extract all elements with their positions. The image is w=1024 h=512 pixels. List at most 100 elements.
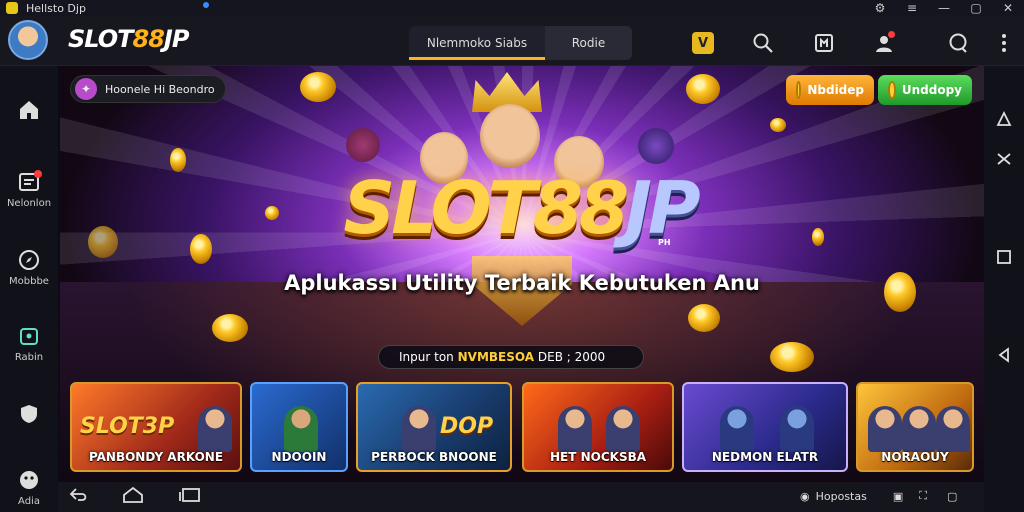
game-card[interactable]: HET NOCKSBA (522, 382, 674, 472)
download-button[interactable]: Unddopy (878, 75, 972, 105)
game-character (868, 406, 902, 452)
king-character (480, 104, 540, 168)
promo-code-field[interactable]: Inpur ton NVMBESOA DEB ; 2000 (378, 345, 644, 369)
shield-icon (17, 402, 41, 426)
tab-primary[interactable]: Nlemmoko Siabs (409, 26, 545, 60)
app-icon (6, 2, 18, 14)
account-icon (17, 468, 41, 492)
app-logo[interactable]: SLOT88JP (68, 25, 189, 53)
hero-title-small: PH (658, 238, 671, 247)
game-character (402, 406, 436, 452)
coin-image (190, 234, 212, 264)
search-icon[interactable] (751, 31, 775, 55)
sidebar-item-label: Mobbbe (9, 276, 49, 287)
promo-input-suffix: DEB ; 2000 (537, 350, 606, 364)
status-dot (203, 2, 209, 8)
game-card[interactable]: NDOOIN (250, 382, 348, 472)
recents-icon[interactable] (178, 486, 202, 508)
game-card-logo: SLOT3P (80, 414, 175, 439)
avatar[interactable] (8, 20, 48, 60)
coin-image (686, 74, 720, 104)
deposit-button[interactable]: Nbdidep (786, 75, 874, 105)
game-card[interactable]: SLOT3P PANBONDY ARKONE (70, 382, 242, 472)
game-card-logo: DOP (440, 414, 494, 439)
expand-icon[interactable] (984, 110, 1024, 132)
tab-group: Nlemmoko Siabs Rodie (409, 26, 632, 60)
coin-icon (888, 81, 896, 99)
coin-image (300, 72, 336, 102)
promo-input-code: NVMBESOA (457, 350, 535, 364)
bottom-status: ◉ Hopostas ▣ ⛶ ▢ (800, 489, 957, 503)
game-card[interactable]: NEDMON ELATR (682, 382, 848, 472)
game-character (558, 406, 592, 452)
badge-icon: ✦ (75, 78, 97, 100)
coin-image (812, 228, 824, 246)
game-card-title: NDOOIN (271, 450, 327, 464)
coin-image (88, 226, 118, 258)
right-toolbar (984, 66, 1024, 512)
tab-secondary[interactable]: Rodie (545, 26, 632, 60)
share-icon (17, 324, 41, 348)
connect-icon[interactable] (984, 150, 1024, 172)
messages-badge (34, 170, 42, 178)
game-card-title: PERBOCK BNOONE (371, 450, 497, 464)
menu-icon[interactable]: ≡ (896, 1, 928, 15)
settings-icon[interactable]: ⚙ (864, 1, 896, 15)
game-card-title: PANBONDY ARKONE (88, 450, 224, 464)
game-character (284, 406, 318, 452)
hero-title-main: SLOT88 (343, 166, 629, 250)
sidebar-item-explore[interactable]: Mobbbe (0, 248, 58, 287)
coin-icon (796, 81, 802, 99)
compass-icon (17, 248, 41, 272)
hero-banner: ✦ Hoonele Hi Beondro Nbdidep Unddopy SLO… (60, 66, 984, 482)
sidebar-item-account[interactable]: Adia (0, 468, 58, 507)
fullscreen-icon[interactable]: ▢ (947, 490, 957, 503)
game-card-title: NEDMON ELATR (711, 450, 819, 464)
download-button-label: Unddopy (901, 83, 962, 97)
close-button[interactable]: ✕ (992, 1, 1024, 15)
window-controls: ⚙ ≡ — ▢ ✕ (864, 0, 1024, 16)
coin-image (212, 314, 248, 342)
sidebar-item-messages[interactable]: Nelonlon (0, 170, 58, 209)
minimize-button[interactable]: — (928, 1, 960, 15)
sidebar: Nelonlon Mobbbe Rabin Adia (0, 66, 58, 512)
coin-badge-button[interactable]: ᐯ (692, 32, 714, 54)
menu-dots-icon[interactable] (992, 31, 1016, 55)
game-card[interactable]: DOP PERBOCK BNOONE (356, 382, 512, 472)
back-icon[interactable] (68, 486, 90, 508)
deposit-button-label: Nbdidep (807, 83, 864, 97)
sidebar-item-home[interactable] (0, 98, 58, 126)
game-character (198, 406, 232, 452)
game-card-title: HET NOCKSBA (549, 450, 647, 464)
title-bar: Hellsto Djp ⚙ ≡ — ▢ ✕ (0, 0, 1024, 16)
logo-number: 88 (132, 25, 165, 53)
expand-screen-icon[interactable]: ⛶ (919, 489, 927, 503)
game-card[interactable]: NORAOUY (856, 382, 974, 472)
status-icon: ◉ (800, 489, 810, 503)
promo-badge[interactable]: ✦ Hoonele Hi Beondro (70, 75, 226, 103)
square-icon[interactable] (984, 248, 1024, 270)
coin-image (688, 304, 720, 332)
hero-subtitle: Aplukassı Utility Terbaik Kebutuken Anu (284, 271, 760, 295)
back-arrow-icon[interactable] (984, 346, 1024, 368)
game-character (902, 406, 936, 452)
status-label: Hopostas (815, 489, 867, 503)
sidebar-item-share[interactable]: Rabin (0, 324, 58, 363)
keyboard-icon[interactable]: ▣ (893, 490, 903, 503)
sidebar-item-label: Nelonlon (6, 198, 52, 209)
game-character (936, 406, 970, 452)
gift-icon[interactable] (812, 31, 836, 55)
sidebar-item-security[interactable] (0, 402, 58, 430)
logo-main: SLOT (68, 25, 133, 53)
coin-image (770, 118, 786, 132)
promo-input-prefix: Inpur ton (399, 350, 454, 364)
coin-image (265, 206, 279, 220)
token-icon (638, 128, 674, 164)
promo-badge-label: Hoonele Hi Beondro (105, 82, 215, 96)
window-title: Hellsto Djp (26, 1, 86, 15)
home-outline-icon[interactable] (122, 486, 144, 508)
chat-icon[interactable] (946, 31, 970, 55)
token-icon (346, 128, 380, 162)
sidebar-item-label: Adia (18, 496, 40, 507)
maximize-button[interactable]: ▢ (960, 1, 992, 15)
